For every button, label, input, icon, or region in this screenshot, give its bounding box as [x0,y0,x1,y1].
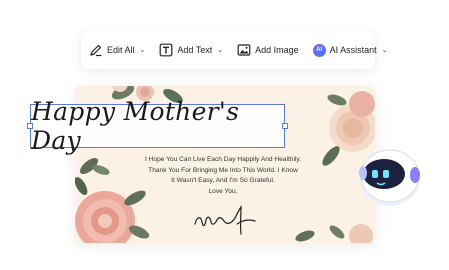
edit-all-label: Edit All [107,45,135,55]
title-text-box[interactable]: Happy Mother's Day [27,97,288,155]
add-image-button[interactable]: Add Image [237,43,299,57]
add-text-button[interactable]: Add Text ⌄ [159,43,223,57]
card-title: Happy Mother's Day [31,97,240,155]
chevron-down-icon: ⌄ [381,47,388,54]
card-message[interactable]: I Hope You Can Live Each Day Happily And… [113,155,333,197]
editor-stage: Edit All ⌄ Add Text ⌄ Add Image AI AI As… [0,0,449,270]
edit-all-button[interactable]: Edit All ⌄ [89,43,145,57]
signature [194,205,256,235]
add-text-label: Add Text [177,45,213,55]
edit-icon [90,44,102,57]
message-line: Love You. [208,187,238,195]
chevron-down-icon: ⌄ [139,47,146,54]
editing-toolbar: Edit All ⌄ Add Text ⌄ Add Image AI AI As… [81,31,388,69]
resize-handle-right[interactable] [282,123,288,129]
ai-assistant-icon: AI [312,43,326,57]
robot-mascot[interactable] [355,142,425,210]
message-line: I Hope You Can Live Each Day Happily And… [144,156,302,163]
chevron-down-icon: ⌄ [217,47,224,54]
image-icon [237,44,251,56]
text-icon [159,43,173,57]
message-line: It Wasn't Easy, And I'm So Grateful. [171,177,275,184]
ai-assistant-label: AI Assistant [329,45,377,55]
add-image-label: Add Image [255,45,299,55]
ai-assistant-button[interactable]: AI AI Assistant ⌄ [312,43,388,57]
message-line: Thank You For Bringing Me Into This Worl… [148,166,298,174]
resize-handle-left[interactable] [27,123,33,129]
